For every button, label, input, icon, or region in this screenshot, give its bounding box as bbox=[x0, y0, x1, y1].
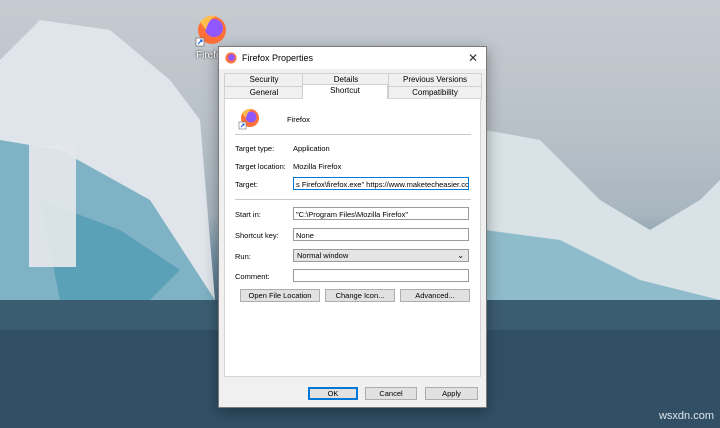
properties-dialog: Firefox Properties ✕ Security Details Pr… bbox=[218, 46, 487, 408]
shortcut-key-field[interactable]: None bbox=[293, 228, 469, 241]
advanced-button[interactable]: Advanced... bbox=[400, 289, 470, 302]
run-select[interactable]: Normal window ⌄ bbox=[293, 249, 469, 262]
tab-previous-versions[interactable]: Previous Versions bbox=[388, 73, 482, 86]
change-icon-button[interactable]: Change Icon... bbox=[325, 289, 395, 302]
run-label: Run: bbox=[235, 252, 251, 261]
target-type-value: Application bbox=[293, 144, 330, 153]
tab-strip: Security Details Previous Versions Gener… bbox=[224, 73, 482, 101]
chevron-down-icon: ⌄ bbox=[457, 251, 464, 260]
target-label: Target: bbox=[235, 180, 258, 189]
app-name: Firefox bbox=[287, 115, 310, 124]
title-bar[interactable]: Firefox Properties ✕ bbox=[219, 47, 486, 69]
target-field[interactable]: s Firefox\firefox.exe" https://www.maket… bbox=[293, 177, 469, 190]
tab-shortcut[interactable]: Shortcut bbox=[302, 84, 388, 99]
run-select-value: Normal window bbox=[297, 251, 349, 260]
start-in-label: Start in: bbox=[235, 210, 261, 219]
tab-security[interactable]: Security bbox=[224, 73, 304, 86]
target-type-label: Target type: bbox=[235, 144, 275, 153]
open-file-location-button[interactable]: Open File Location bbox=[240, 289, 320, 302]
firefox-icon bbox=[225, 52, 237, 64]
separator bbox=[235, 199, 471, 200]
close-icon: ✕ bbox=[467, 51, 479, 65]
target-location-label: Target location: bbox=[235, 162, 286, 171]
start-in-field[interactable]: "C:\Program Files\Mozilla Firefox" bbox=[293, 207, 469, 220]
firefox-app-icon bbox=[238, 108, 259, 130]
apply-button[interactable]: Apply bbox=[425, 387, 478, 400]
target-location-value: Mozilla Firefox bbox=[293, 162, 342, 171]
dialog-footer: OK Cancel Apply bbox=[219, 375, 486, 407]
ok-button[interactable]: OK bbox=[308, 387, 358, 400]
watermark: wsxdn.com bbox=[658, 410, 714, 422]
close-button[interactable]: ✕ bbox=[464, 49, 482, 67]
comment-label: Comment: bbox=[235, 272, 270, 281]
shortcut-panel: Firefox Target type: Application Target … bbox=[224, 98, 481, 377]
dialog-title: Firefox Properties bbox=[242, 53, 314, 63]
separator bbox=[235, 134, 471, 135]
blank-panel bbox=[29, 145, 76, 267]
cancel-button[interactable]: Cancel bbox=[365, 387, 417, 400]
shortcut-key-label: Shortcut key: bbox=[235, 231, 279, 240]
comment-field[interactable] bbox=[293, 269, 469, 282]
